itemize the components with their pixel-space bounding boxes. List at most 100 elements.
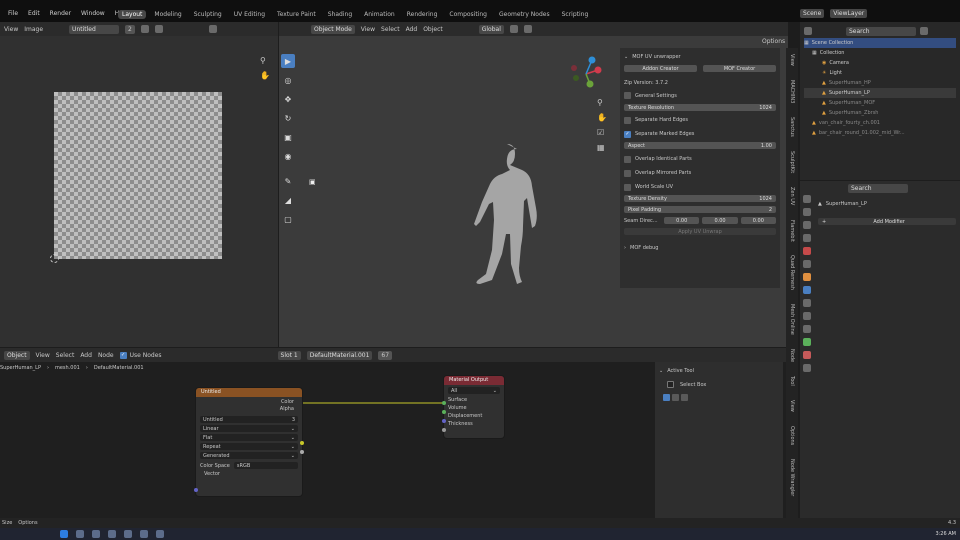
seam-direction-z[interactable]: 0.00 bbox=[740, 217, 776, 224]
material-users-count[interactable]: 67 bbox=[378, 350, 393, 360]
viewport-menu-add[interactable]: Add bbox=[406, 26, 418, 33]
output-icon[interactable] bbox=[803, 221, 811, 229]
data-icon[interactable] bbox=[803, 338, 811, 346]
tab-layout[interactable]: Layout bbox=[118, 10, 147, 19]
outliner-item-camera[interactable]: ◉ Camera bbox=[804, 58, 956, 68]
shader-menu-select[interactable]: Select bbox=[56, 352, 75, 359]
image-view-menu[interactable]: View bbox=[4, 26, 18, 33]
tab-node[interactable]: Node bbox=[789, 349, 795, 362]
taskview-icon[interactable] bbox=[92, 530, 100, 538]
transform-tool-icon[interactable]: ◉ bbox=[281, 149, 295, 163]
select-subtract-icon[interactable] bbox=[681, 394, 688, 401]
add-cube-tool-icon[interactable]: ▢ bbox=[281, 212, 295, 226]
menu-file[interactable]: File bbox=[8, 10, 18, 17]
menu-render[interactable]: Render bbox=[50, 10, 71, 17]
search-icon[interactable] bbox=[76, 530, 84, 538]
texture-icon[interactable] bbox=[803, 364, 811, 372]
tab-node-wrangler[interactable]: Node Wrangler bbox=[789, 459, 795, 496]
image-users-count[interactable]: 2 bbox=[125, 24, 135, 34]
addon-creator-button[interactable]: Addon Creator bbox=[624, 65, 697, 72]
displacement-socket[interactable] bbox=[442, 419, 446, 423]
superhuman-mesh[interactable] bbox=[449, 140, 559, 300]
mof-creator-button[interactable]: MOF Creator bbox=[703, 65, 776, 72]
image-name-field[interactable]: Untitled bbox=[69, 24, 120, 34]
alpha-output-socket[interactable] bbox=[300, 450, 304, 454]
mof-panel-header[interactable]: ⌄ MOF UV unwrapper bbox=[624, 52, 776, 61]
menu-window[interactable]: Window bbox=[81, 10, 105, 17]
tab-machin3[interactable]: MACHIN3 bbox=[789, 80, 795, 103]
extension-dropdown[interactable]: Repeat ⌄ bbox=[200, 443, 298, 450]
render-icon[interactable] bbox=[803, 208, 811, 216]
particles-icon[interactable] bbox=[803, 299, 811, 307]
tab-sculpting[interactable]: Sculpting bbox=[190, 10, 226, 19]
target-dropdown[interactable]: All ⌄ bbox=[448, 387, 500, 394]
orientation-selector[interactable]: Global bbox=[478, 24, 504, 34]
shader-editor[interactable]: Object View Select Add Node ✓ Use Nodes S… bbox=[0, 348, 786, 518]
interpolation-dropdown[interactable]: Linear ⌄ bbox=[200, 425, 298, 432]
tab-options[interactable]: Options bbox=[789, 426, 795, 445]
overlap-identical-checkbox[interactable]: Overlap Identical Parts bbox=[624, 155, 776, 163]
tab-tool[interactable]: Tool bbox=[789, 376, 795, 386]
scale-tool-icon[interactable]: ▣ bbox=[281, 130, 295, 144]
tab-flamebit[interactable]: Flamebit bbox=[789, 220, 795, 242]
view-layer-icon[interactable] bbox=[803, 234, 811, 242]
tab-texture-paint[interactable]: Texture Paint bbox=[273, 10, 320, 19]
vector-input-socket[interactable] bbox=[194, 488, 198, 492]
snap-icon[interactable] bbox=[509, 25, 518, 33]
modifier-wrench-icon[interactable] bbox=[803, 286, 811, 294]
material-selector[interactable]: DefaultMaterial.001 bbox=[306, 350, 373, 360]
shader-type-selector[interactable]: Object bbox=[4, 350, 30, 360]
pixel-padding-field[interactable]: Pixel Padding 2 bbox=[624, 206, 776, 213]
move-tool-icon[interactable]: ✥ bbox=[281, 92, 295, 106]
start-icon[interactable] bbox=[60, 530, 68, 538]
outliner-search[interactable]: Search bbox=[846, 26, 916, 36]
tab-view[interactable]: View bbox=[789, 54, 795, 66]
separate-hard-edges-checkbox[interactable]: Separate Hard Edges bbox=[624, 116, 776, 124]
separate-marked-edges-checkbox[interactable]: ✓ Separate Marked Edges bbox=[624, 130, 776, 138]
shader-menu-node[interactable]: Node bbox=[98, 352, 114, 359]
tab-geometry-nodes[interactable]: Geometry Nodes bbox=[495, 10, 554, 19]
hand-pan-icon[interactable]: ✋ bbox=[260, 71, 270, 80]
image-node-image-field[interactable]: Untitled 3 bbox=[200, 416, 298, 423]
tab-view-2[interactable]: View bbox=[789, 400, 795, 412]
volume-socket[interactable] bbox=[442, 410, 446, 414]
navigation-gizmo[interactable] bbox=[566, 54, 606, 94]
overlap-mirrored-checkbox[interactable]: Overlap Mirrored Parts bbox=[624, 169, 776, 177]
measure-tool-icon[interactable]: ◢ bbox=[281, 193, 295, 207]
filter-icon[interactable] bbox=[920, 27, 928, 35]
browser-icon[interactable] bbox=[124, 530, 132, 538]
shader-menu-add[interactable]: Add bbox=[80, 352, 92, 359]
mode-selector[interactable]: Object Mode bbox=[311, 24, 355, 34]
light-object-icon[interactable]: ▣ bbox=[309, 178, 316, 186]
outliner-item-van-chair[interactable]: ▲ van_chair_fourty_ch.001 bbox=[804, 118, 956, 128]
viewport-options[interactable]: Options bbox=[762, 38, 785, 45]
tab-animation[interactable]: Animation bbox=[360, 10, 399, 19]
projection-dropdown[interactable]: Flat ⌄ bbox=[200, 434, 298, 441]
scene-icon[interactable] bbox=[803, 247, 811, 255]
zoom-icon[interactable]: ⚲ bbox=[597, 98, 607, 107]
new-image-icon[interactable] bbox=[140, 25, 149, 33]
status-options[interactable]: Options bbox=[18, 520, 37, 526]
image-image-menu[interactable]: Image bbox=[24, 26, 43, 33]
thickness-socket[interactable] bbox=[442, 428, 446, 432]
active-tool-row[interactable]: Select Box bbox=[659, 381, 779, 388]
select-box-tool-icon[interactable]: ▶ bbox=[281, 54, 295, 68]
open-image-icon[interactable] bbox=[154, 25, 163, 33]
tool-icon[interactable] bbox=[803, 195, 811, 203]
view-layer-selector[interactable]: ViewLayer bbox=[830, 9, 868, 18]
world-scale-checkbox[interactable]: World Scale UV bbox=[624, 183, 776, 191]
outliner-item-superhuman-zbrsh[interactable]: ▲ SuperHuman_Zbrsh bbox=[804, 108, 956, 118]
color-output-socket[interactable] bbox=[300, 441, 304, 445]
add-modifier-button[interactable]: + Add Modifier bbox=[818, 218, 956, 225]
outliner-item-bar-chair[interactable]: ▲ bar_chair_round_01.002_mid_Wr... bbox=[804, 128, 956, 138]
breadcrumb-object[interactable]: SuperHuman_LP bbox=[0, 365, 41, 371]
explorer-icon[interactable] bbox=[108, 530, 116, 538]
tab-shading[interactable]: Shading bbox=[324, 10, 356, 19]
outliner-display-icon[interactable] bbox=[804, 27, 812, 35]
sync-icon[interactable] bbox=[208, 25, 217, 33]
viewport-menu-select[interactable]: Select bbox=[381, 26, 400, 33]
scene-collection-row[interactable]: ▦ Scene Collection bbox=[804, 38, 956, 48]
slot-selector[interactable]: Slot 1 bbox=[277, 350, 301, 360]
mof-debug-header[interactable]: › MOF debug bbox=[624, 245, 776, 251]
outliner-item-light[interactable]: ☀ Light bbox=[804, 68, 956, 78]
